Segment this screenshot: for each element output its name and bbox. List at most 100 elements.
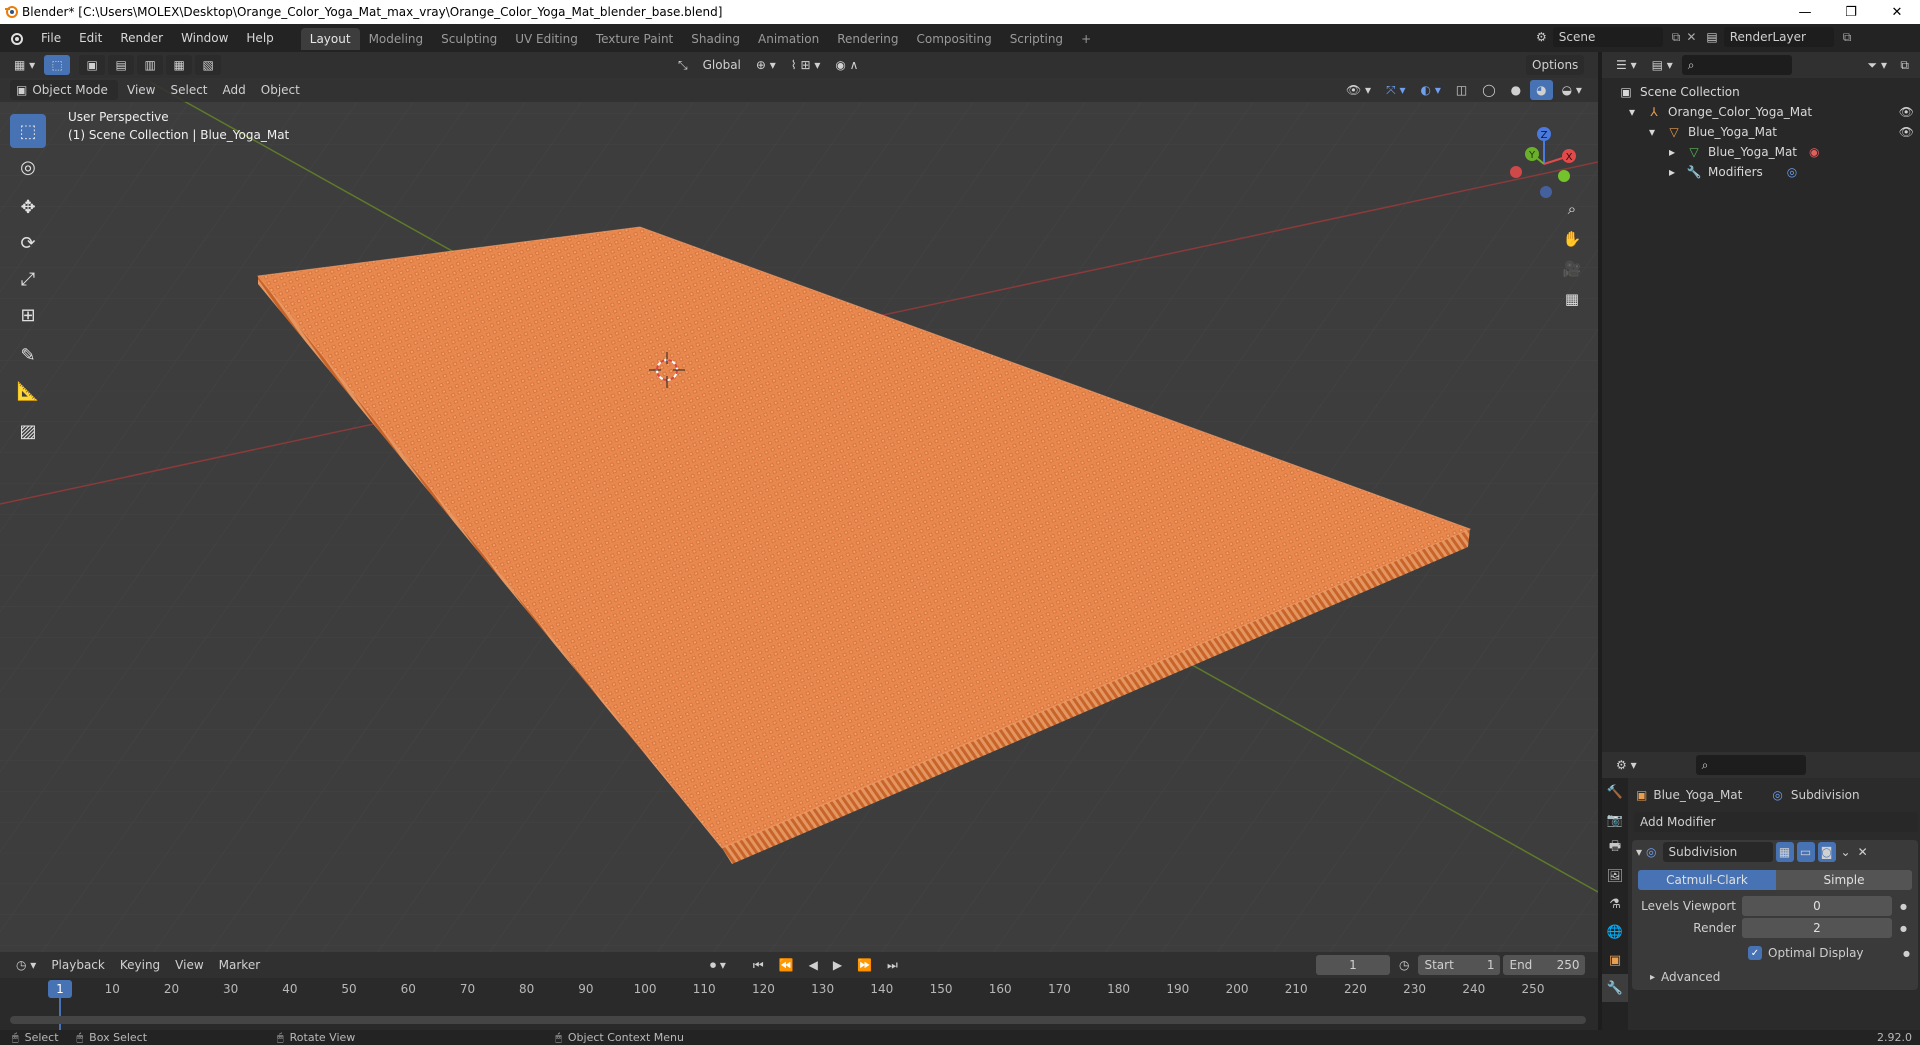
remove-modifier-icon[interactable]: ✕ xyxy=(1856,842,1870,862)
object-tab-icon[interactable]: ▣ xyxy=(1602,946,1628,974)
output-tab-icon[interactable]: 🖶 xyxy=(1602,834,1628,862)
properties-editor-icon[interactable]: ⚙ ▾ xyxy=(1610,755,1643,775)
menu-object[interactable]: Object xyxy=(255,80,306,100)
record-icon[interactable]: ⏺ ▾ xyxy=(704,955,732,975)
snap-icon[interactable]: ⌇ ⊞ ▾ xyxy=(785,55,827,75)
keyframe-dot-icon[interactable]: ● xyxy=(1900,924,1907,933)
annotate-tool-icon[interactable]: ✎ xyxy=(10,338,46,372)
pan-hand-icon[interactable]: ✋ xyxy=(1560,227,1584,251)
modifier-tab-icon[interactable]: 🔧 xyxy=(1602,974,1628,1002)
gizmo-toggle-icon[interactable]: ⤧ ▾ xyxy=(1380,80,1411,100)
tab-modeling[interactable]: Modeling xyxy=(360,28,433,50)
jump-start-icon[interactable]: ⏮ xyxy=(747,955,770,975)
transform-orientation-dropdown[interactable]: Global xyxy=(697,55,747,75)
timeline[interactable]: 10 20 30 40 50 60 70 80 90 100 110 120 130 140 150 160 1… xyxy=(0,978,1598,1030)
menu-select[interactable]: Select xyxy=(164,80,213,100)
editor-type-icon[interactable]: ▦ ▾ xyxy=(8,55,41,75)
simple-button[interactable]: Simple xyxy=(1776,870,1912,890)
add-modifier-button[interactable]: Add Modifier xyxy=(1634,812,1918,832)
world-tab-icon[interactable]: 🌐 xyxy=(1602,918,1628,946)
jump-keyframe-back-icon[interactable]: ⏪ xyxy=(773,955,800,975)
tab-shading[interactable]: Shading xyxy=(682,28,749,50)
current-frame-indicator[interactable]: 1 xyxy=(48,980,72,998)
select-mode-new-icon[interactable]: ▣ xyxy=(79,55,106,75)
filter-icon[interactable]: ⏷ ▾ xyxy=(1862,55,1893,75)
view-layer-tab-icon[interactable]: 🖼 xyxy=(1602,862,1628,890)
options-dropdown[interactable]: Options xyxy=(1526,55,1585,75)
visibility-icon[interactable]: 👁 ▾ xyxy=(1340,80,1377,100)
timeline-scrollbar[interactable] xyxy=(10,1016,1586,1024)
menu-help[interactable]: Help xyxy=(237,24,282,52)
tab-texture-paint[interactable]: Texture Paint xyxy=(587,28,682,50)
collapse-arrow-icon[interactable]: ▸ xyxy=(1664,165,1680,179)
tab-scripting[interactable]: Scripting xyxy=(1001,28,1072,50)
play-reverse-icon[interactable]: ◀ xyxy=(803,955,824,975)
outliner-search-input[interactable]: ⌕ xyxy=(1681,55,1792,75)
menu-file[interactable]: File xyxy=(32,24,70,52)
rendered-shading-icon[interactable]: ◒ ▾ xyxy=(1556,80,1588,100)
menu-render[interactable]: Render xyxy=(111,24,172,52)
outliner-object-row[interactable]: ▾ ▽ Blue_Yoga_Mat 👁 xyxy=(1602,122,1920,142)
current-frame-field[interactable]: 1 xyxy=(1316,955,1390,975)
menu-marker[interactable]: Marker xyxy=(213,955,266,975)
tab-uv-editing[interactable]: UV Editing xyxy=(506,28,587,50)
jump-end-icon[interactable]: ⏭ xyxy=(881,955,904,975)
catmull-clark-button[interactable]: Catmull-Clark xyxy=(1638,870,1776,890)
advanced-subpanel[interactable]: ▸ Advanced xyxy=(1650,970,1918,984)
wireframe-shading-icon[interactable]: ◯ xyxy=(1476,80,1501,100)
panel-collapse-icon[interactable]: ▾ xyxy=(1636,845,1642,859)
measure-tool-icon[interactable]: 📐 xyxy=(10,374,46,408)
end-frame-field[interactable]: End 250 xyxy=(1503,955,1586,975)
menu-view[interactable]: View xyxy=(121,80,161,100)
new-render-layer-icon[interactable]: ⧉ xyxy=(1843,30,1852,45)
levels-viewport-field[interactable]: 0 xyxy=(1742,896,1892,916)
scale-tool-icon[interactable]: ⤢ xyxy=(10,262,46,296)
close-window-button[interactable]: ✕ xyxy=(1874,0,1920,24)
keyframe-dot-icon[interactable]: ● xyxy=(1903,949,1910,958)
move-tool-icon[interactable]: ✥ xyxy=(10,190,46,224)
edit-mode-toggle-icon[interactable]: ▦ xyxy=(1775,842,1794,862)
visibility-eye-icon[interactable]: 👁 xyxy=(1899,125,1914,139)
menu-add[interactable]: Add xyxy=(217,80,252,100)
tab-sculpting[interactable]: Sculpting xyxy=(432,28,506,50)
tab-compositing[interactable]: Compositing xyxy=(907,28,1000,50)
select-mode-extend-icon[interactable]: ▤ xyxy=(108,55,135,75)
solid-shading-icon[interactable]: ● xyxy=(1505,80,1527,100)
modifier-menu-icon[interactable]: ⌄ xyxy=(1839,842,1853,862)
material-icon[interactable]: ◉ xyxy=(1809,145,1819,159)
transform-tool-icon[interactable]: ⊞ xyxy=(10,298,46,332)
select-mode-subtract-icon[interactable]: ▥ xyxy=(137,55,164,75)
scene-tab-icon[interactable]: ⚗ xyxy=(1602,890,1628,918)
cursor-tool-icon[interactable]: ◎ xyxy=(10,150,46,184)
outliner-modifiers-row[interactable]: ▸ 🔧 Modifiers ◎ xyxy=(1602,162,1920,182)
outliner-scene-collection[interactable]: ▣ Scene Collection xyxy=(1602,82,1920,102)
restore-button[interactable]: ❐ xyxy=(1828,0,1874,24)
render-layer-selector[interactable]: RenderLayer xyxy=(1723,27,1834,47)
new-scene-icon[interactable]: ⧉ xyxy=(1672,30,1681,45)
new-collection-icon[interactable]: ⧉ xyxy=(1894,55,1915,75)
delete-scene-icon[interactable]: ✕ xyxy=(1686,30,1696,44)
pivot-point-icon[interactable]: ⊕ ▾ xyxy=(750,55,782,75)
tab-animation[interactable]: Animation xyxy=(749,28,828,50)
overlay-toggle-icon[interactable]: ◐ ▾ xyxy=(1415,80,1447,100)
expand-arrow-icon[interactable]: ▾ xyxy=(1644,125,1660,139)
optimal-display-checkbox[interactable]: ✓ xyxy=(1748,946,1762,960)
zoom-icon[interactable]: ⌕ xyxy=(1560,197,1584,221)
menu-timeline-view[interactable]: View xyxy=(169,955,209,975)
minimize-button[interactable]: — xyxy=(1782,0,1828,24)
add-cube-tool-icon[interactable]: ▨ xyxy=(10,414,46,448)
render-tab-icon[interactable]: 📷 xyxy=(1602,806,1628,834)
keyframe-dot-icon[interactable]: ● xyxy=(1900,902,1907,911)
expand-arrow-icon[interactable]: ▾ xyxy=(1624,105,1640,119)
proportional-edit-icon[interactable]: ◉ ∧ xyxy=(829,55,864,75)
3d-viewport[interactable]: Z X Y ▦ ▾ ⬚ ▣ ▤ ▥ ▦ ▧ ⤡ Global ⊕ ▾ ⌇ ⊞ ▾… xyxy=(0,52,1598,952)
menu-keying[interactable]: Keying xyxy=(114,955,166,975)
outliner-editor-icon[interactable]: ☰ ▾ xyxy=(1610,55,1643,75)
viewport-toggle-icon[interactable]: ▭ xyxy=(1796,842,1815,862)
stopwatch-icon[interactable]: ◷ xyxy=(1393,955,1415,975)
scene-selector[interactable]: Scene xyxy=(1552,27,1663,47)
render-toggle-icon[interactable]: ◙ xyxy=(1817,842,1836,862)
render-levels-field[interactable]: 2 xyxy=(1742,918,1892,938)
subdivision-modifier-icon[interactable]: ◎ xyxy=(1787,165,1797,179)
select-tweak-icon[interactable]: ⬚ xyxy=(44,55,71,75)
